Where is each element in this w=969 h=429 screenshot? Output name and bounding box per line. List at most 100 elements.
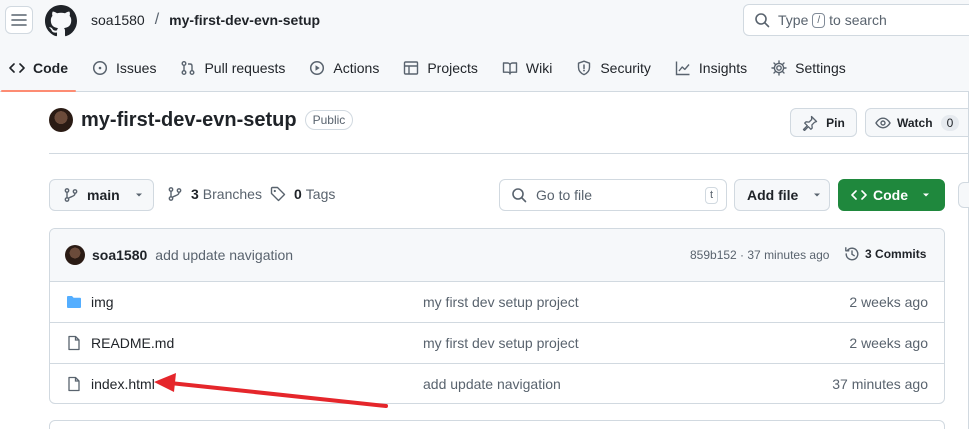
file-commit-message[interactable]: add update navigation [423,376,561,392]
branches-label: Branches [202,186,262,202]
add-file-label: Add file [747,187,799,203]
tab-label: Pull requests [204,60,286,76]
commit-author[interactable]: soa1580 [92,247,147,263]
file-icon [68,335,80,351]
tab-label: Projects [427,60,478,76]
go-to-file-placeholder: Go to file [536,187,593,203]
file-commit-message[interactable]: my first dev setup project [423,294,579,310]
pin-button[interactable]: Pin [790,108,857,137]
table-icon [404,61,419,75]
tab-projects[interactable]: Projects [395,48,486,88]
owner-avatar[interactable] [49,108,73,132]
tab-issues[interactable]: Issues [84,48,164,88]
tab-actions[interactable]: Actions [301,48,387,88]
tab-label: Issues [116,60,157,76]
git-branch-icon [64,188,78,202]
tab-label: Actions [333,60,380,76]
code-button[interactable]: Code [838,179,945,211]
code-icon [9,63,25,73]
code-icon [851,190,867,200]
branch-name: main [87,187,120,203]
chevron-down-icon [135,193,142,197]
watch-label: Watch [897,115,933,130]
tag-icon [270,186,286,202]
tab-label: Wiki [525,60,553,76]
readme-box [49,420,945,429]
gear-icon [771,60,787,76]
file-row[interactable]: index.html add update navigation 37 minu… [50,364,944,403]
search-shortcut-key: / [812,12,826,28]
visibility-badge: Public [304,110,354,130]
tab-pull-requests[interactable]: Pull requests [172,48,293,88]
commit-meta[interactable]: 859b152 · 37 minutes ago [690,248,829,262]
book-icon [502,62,518,75]
repo-title[interactable]: my-first-dev-evn-setup [81,109,297,132]
watch-counter: 0 [940,114,960,131]
tab-label: Insights [698,60,748,76]
file-row[interactable]: img my first dev setup project 2 weeks a… [50,282,944,323]
branch-selector[interactable]: main [49,179,154,211]
history-icon [845,247,859,261]
repo-title-row: my-first-dev-evn-setup Public [49,108,354,132]
breadcrumb: soa1580 / my-first-dev-evn-setup [91,11,320,29]
file-list: soa1580 add update navigation 859b152 · … [49,228,945,404]
hamburger-icon [11,14,27,26]
tab-settings[interactable]: Settings [763,48,854,88]
chevron-down-icon [814,193,821,197]
tab-label: Security [600,60,651,76]
repo-header-bar: soa1580 / my-first-dev-evn-setup Type / … [0,0,969,92]
pin-icon [803,115,818,131]
go-to-file-input[interactable]: Go to file t [499,179,727,211]
owner-link[interactable]: soa1580 [91,12,145,28]
tab-insights[interactable]: Insights [667,48,755,88]
issue-opened-icon [92,60,108,76]
repo-nav-tabs: Code Issues Pull requests Actions Projec… [0,48,862,92]
menu-button[interactable] [5,6,33,34]
file-name[interactable]: img [91,294,114,310]
branches-count: 3 [191,186,199,202]
chevron-down-icon [923,193,929,197]
search-input[interactable]: Type / to search [743,4,969,36]
file-commit-date: 2 weeks ago [849,294,928,310]
git-pull-request-icon [181,61,195,75]
breadcrumb-separator: / [154,11,160,28]
search-icon [755,13,770,28]
header-divider [49,153,969,154]
search-icon [512,188,527,203]
tab-label: Settings [795,60,846,76]
tags-count: 0 [294,186,302,202]
tab-wiki[interactable]: Wiki [494,48,560,88]
file-commit-message[interactable]: my first dev setup project [423,335,579,351]
file-commit-date: 37 minutes ago [832,376,928,392]
eye-icon [875,116,891,129]
commit-author-avatar[interactable] [65,245,85,265]
play-icon [310,60,325,76]
tab-code[interactable]: Code [1,48,76,92]
commits-history-link[interactable]: 3 Commits [844,246,926,262]
commit-message[interactable]: add update navigation [155,247,293,263]
pin-label: Pin [826,115,845,130]
tags-label: Tags [305,186,336,202]
file-commit-date: 2 weeks ago [849,335,928,351]
go-to-file-shortcut-key: t [704,187,718,204]
file-name[interactable]: index.html [91,376,155,392]
watch-button[interactable]: Watch 0 [865,108,969,137]
file-name[interactable]: README.md [91,335,174,351]
latest-commit-bar: soa1580 add update navigation 859b152 · … [50,229,944,282]
search-prefix-text: Type [778,12,809,28]
github-logo-icon[interactable] [45,5,77,37]
add-file-button[interactable]: Add file [734,179,830,211]
graph-icon [675,61,690,76]
sidebar-settings-button[interactable] [958,182,969,208]
file-row[interactable]: README.md my first dev setup project 2 w… [50,323,944,364]
search-suffix-text: to search [829,12,887,28]
commits-label: Commits [875,247,927,261]
repo-link[interactable]: my-first-dev-evn-setup [169,12,320,28]
shield-icon [578,60,591,76]
tab-label: Code [33,60,68,76]
tags-link[interactable]: 0 Tags [270,186,335,202]
commits-count: 3 [865,247,872,261]
branches-link[interactable]: 3 Branches [167,186,262,202]
file-icon [68,376,80,392]
tab-security[interactable]: Security [568,48,659,88]
